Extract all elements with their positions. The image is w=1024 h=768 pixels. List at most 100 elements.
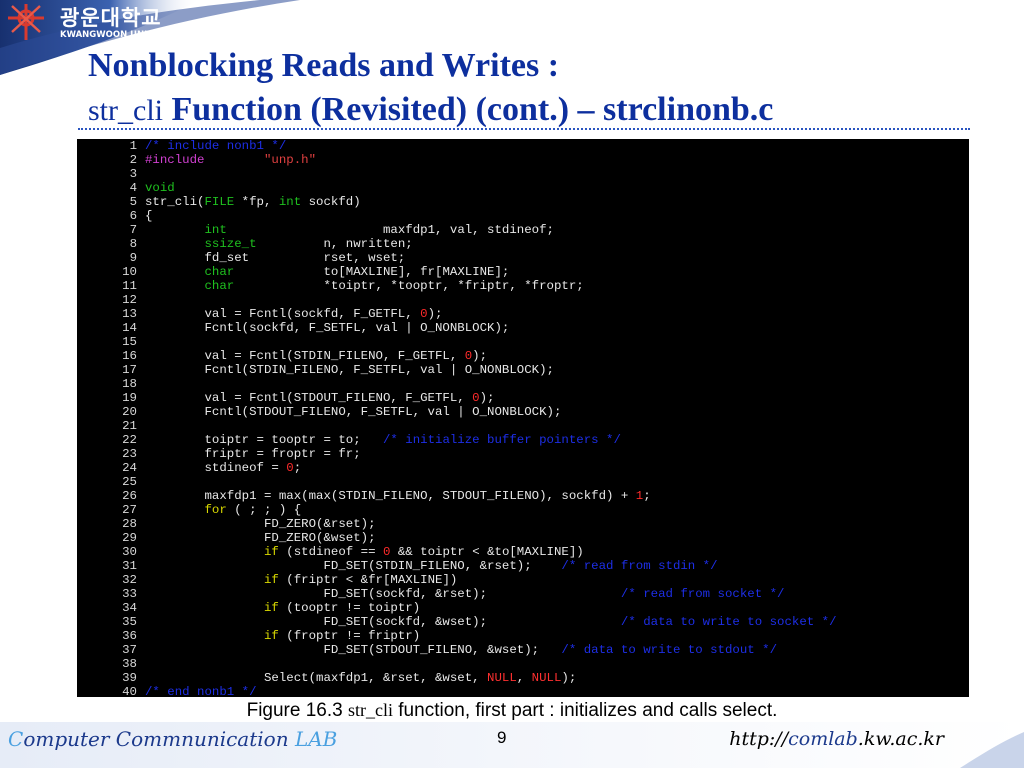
code-token: maxfdp1, val, stdineof; xyxy=(226,223,554,237)
code-token: ; xyxy=(643,489,651,503)
code-text: toiptr = tooptr = to; /* initialize buff… xyxy=(145,433,621,447)
code-text: char *toiptr, *tooptr, *friptr, *froptr; xyxy=(145,279,584,293)
code-text: FD_SET(STDOUT_FILENO, &wset); /* data to… xyxy=(145,643,777,657)
code-text: val = Fcntl(STDOUT_FILENO, F_GETFL, 0); xyxy=(145,391,494,405)
code-listing: 1/* include nonb1 */2 #include "unp.h" 3 4 v… xyxy=(77,139,969,697)
url-host: comlab xyxy=(788,728,858,750)
line-number: 33 xyxy=(122,587,137,601)
footer-initial: C xyxy=(8,727,24,751)
url-scheme: http:// xyxy=(729,728,789,750)
code-line: 2 #include "unp.h" xyxy=(77,153,969,167)
code-token: Fcntl(sockfd, F_SETFL, val | O_NONBLOCK)… xyxy=(145,321,510,335)
code-text: Select(maxfdp1, &rset, &wset, NULL, NULL… xyxy=(145,671,576,685)
title-function-name: str_cli xyxy=(88,94,163,127)
code-token: FD_SET(sockfd, &wset); xyxy=(145,615,621,629)
code-token: if xyxy=(263,601,279,615)
code-token: FD_SET(sockfd, &rset); xyxy=(145,587,621,601)
code-token: for xyxy=(204,503,227,517)
code-text: val = Fcntl(sockfd, F_GETFL, 0); xyxy=(145,307,442,321)
code-line: 21 xyxy=(77,419,969,433)
line-number: 8 xyxy=(129,237,137,251)
code-line: 40 /* end nonb1 */ xyxy=(77,685,969,697)
caption-suffix: function, first part : initializes and c… xyxy=(393,700,778,721)
footer-url[interactable]: http://comlab.kw.ac.kr xyxy=(729,728,944,750)
code-token: , xyxy=(516,671,532,685)
code-text: val = Fcntl(STDIN_FILENO, F_GETFL, 0); xyxy=(145,349,487,363)
code-token: n, nwritten; xyxy=(256,237,413,251)
code-token: *toiptr, *tooptr, *friptr, *froptr; xyxy=(234,279,584,293)
code-text: FD_SET(sockfd, &wset); /* data to write … xyxy=(145,615,836,629)
code-line: 10 char to[MAXLINE], fr[MAXLINE]; xyxy=(77,265,969,279)
line-number: 30 xyxy=(122,545,137,559)
code-token: (froptr != friptr) xyxy=(278,629,421,643)
code-token: FD_ZERO(&wset); xyxy=(145,531,376,545)
code-token: (friptr < &fr[MAXLINE]) xyxy=(278,573,458,587)
code-token: char xyxy=(204,279,235,293)
code-line: 17 Fcntl(STDIN_FILENO, F_SETFL, val | O_… xyxy=(77,363,969,377)
code-line: 15 xyxy=(77,335,969,349)
code-text: void xyxy=(145,181,175,195)
page-number: 9 xyxy=(497,728,507,747)
line-number: 17 xyxy=(122,363,137,377)
code-line: 11 char *toiptr, *tooptr, *friptr, *frop… xyxy=(77,279,969,293)
line-number: 4 xyxy=(129,181,137,195)
code-text: FD_SET(sockfd, &rset); /* read from sock… xyxy=(145,587,784,601)
code-text: if (friptr < &fr[MAXLINE]) xyxy=(145,573,457,587)
code-token: FD_ZERO(&rset); xyxy=(145,517,376,531)
line-number: 13 xyxy=(122,307,137,321)
code-token: ); xyxy=(561,671,577,685)
line-number: 11 xyxy=(122,279,137,293)
code-token: /* read from socket */ xyxy=(620,587,785,601)
code-token: ssize_t xyxy=(204,237,257,251)
code-token: if xyxy=(263,573,279,587)
code-line: 30 if (stdineof == 0 && toiptr < &to[MAX… xyxy=(77,545,969,559)
code-text: Fcntl(sockfd, F_SETFL, val | O_NONBLOCK)… xyxy=(145,321,509,335)
line-number: 18 xyxy=(122,377,137,391)
code-line: 20 Fcntl(STDOUT_FILENO, F_SETFL, val | O… xyxy=(77,405,969,419)
code-token: val = Fcntl(sockfd, F_GETFL, xyxy=(145,307,421,321)
code-line: 24 stdineof = 0; xyxy=(77,461,969,475)
code-line: 19 val = Fcntl(STDOUT_FILENO, F_GETFL, 0… xyxy=(77,391,969,405)
code-token: NULL xyxy=(531,671,562,685)
url-domain: .kw.ac.kr xyxy=(857,728,944,750)
code-line: 1 /* include nonb1 */ xyxy=(77,139,969,153)
code-token: 0 xyxy=(472,391,480,405)
line-number: 27 xyxy=(122,503,137,517)
code-line: 13 val = Fcntl(sockfd, F_GETFL, 0); xyxy=(77,307,969,321)
code-text: FD_ZERO(&rset); xyxy=(145,517,376,531)
title-line-2-rest: Function (Revisited) (cont.) – strclinon… xyxy=(163,91,774,128)
code-text: str_cli(FILE *fp, int sockfd) xyxy=(145,195,361,209)
footer-lab-word: LAB xyxy=(294,727,338,751)
code-token: "unp.h" xyxy=(264,153,317,167)
code-token: FD_SET(STDOUT_FILENO, &wset); xyxy=(145,643,562,657)
code-token: toiptr = tooptr = to; xyxy=(145,433,383,447)
code-token: /* initialize buffer pointers */ xyxy=(382,433,621,447)
code-line: 32 if (friptr < &fr[MAXLINE]) xyxy=(77,573,969,587)
code-text: { xyxy=(145,209,152,223)
code-text: if (stdineof == 0 && toiptr < &to[MAXLIN… xyxy=(145,545,584,559)
code-line: 14 Fcntl(sockfd, F_SETFL, val | O_NONBLO… xyxy=(77,321,969,335)
line-number: 6 xyxy=(129,209,137,223)
line-number: 15 xyxy=(122,335,137,349)
code-token: sockfd) xyxy=(301,195,361,209)
code-line: 7 int maxfdp1, val, stdineof; xyxy=(77,223,969,237)
code-line: 23 friptr = froptr = fr; xyxy=(77,447,969,461)
caption-prefix: Figure 16.3 xyxy=(246,700,348,721)
code-token: str_cli( xyxy=(145,195,205,209)
code-line: 35 FD_SET(sockfd, &wset); /* data to wri… xyxy=(77,615,969,629)
line-number: 1 xyxy=(129,139,137,153)
code-token: /* include nonb1 */ xyxy=(145,139,287,153)
code-line: 36 if (froptr != friptr) xyxy=(77,629,969,643)
code-token: Fcntl(STDOUT_FILENO, F_SETFL, val | O_NO… xyxy=(145,405,562,419)
line-number: 21 xyxy=(122,419,137,433)
code-text: Fcntl(STDIN_FILENO, F_SETFL, val | O_NON… xyxy=(145,363,553,377)
line-number: 31 xyxy=(122,559,137,573)
code-line: 27 for ( ; ; ) { xyxy=(77,503,969,517)
code-line: 8 ssize_t n, nwritten; xyxy=(77,237,969,251)
code-text: fd_set rset, wset; xyxy=(145,251,405,265)
code-line: 26 maxfdp1 = max(max(STDIN_FILENO, STDOU… xyxy=(77,489,969,503)
code-line: 28 FD_ZERO(&rset); xyxy=(77,517,969,531)
